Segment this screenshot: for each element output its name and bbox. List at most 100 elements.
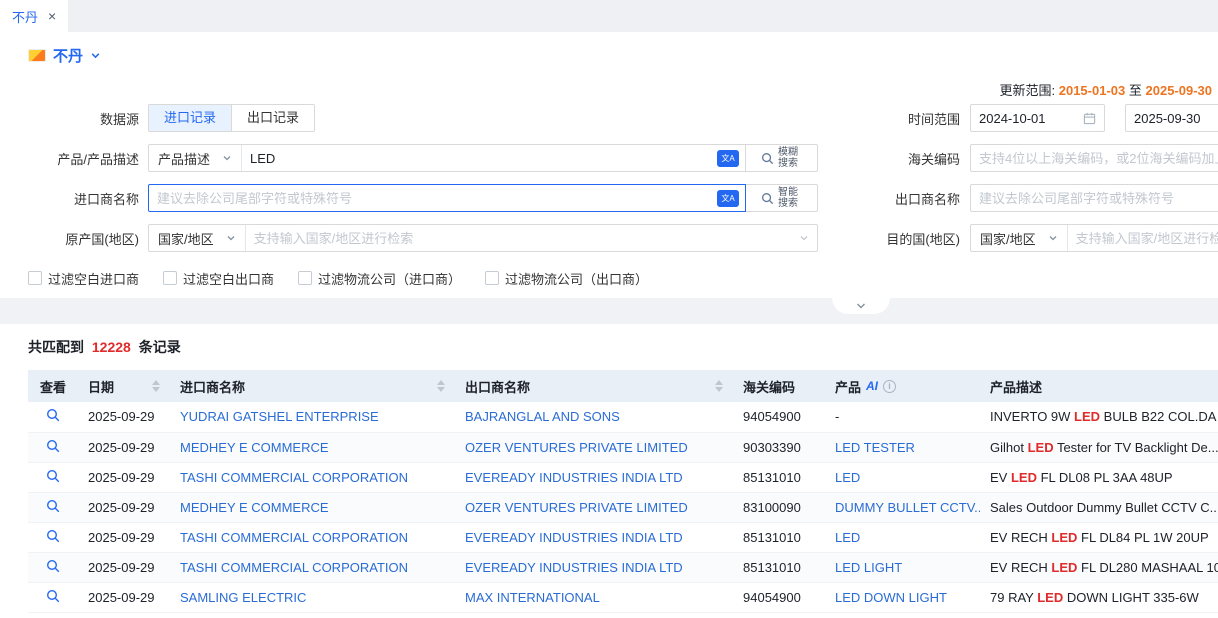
importer-link[interactable]: MEDHEY E COMMERCE — [180, 440, 329, 455]
importer-name-input[interactable] — [149, 186, 717, 210]
exporter-name-input[interactable] — [970, 184, 1218, 212]
magnifier-icon — [46, 408, 60, 422]
smart-search-button[interactable]: 智能搜索 — [746, 184, 818, 212]
checkbox-filter-blank-importer[interactable]: 过滤空白进口商 — [28, 269, 139, 288]
cell-description: EV LED FL DL08 PL 3AA 48UP — [980, 462, 1218, 492]
results-table-body: 2025-09-29 YUDRAI GATSHEL ENTERPRISE BAJ… — [28, 402, 1218, 612]
view-record-button[interactable] — [46, 559, 60, 573]
date-to-input[interactable]: 2025-09-30 — [1125, 104, 1218, 132]
tab-bhutan[interactable]: 不丹 — [0, 0, 68, 32]
cell-date: 2025-09-29 — [78, 552, 170, 582]
view-record-button[interactable] — [46, 499, 60, 513]
date-from-value: 2024-10-01 — [979, 111, 1077, 126]
table-row: 2025-09-29 TASHI COMMERCIAL CORPORATION … — [28, 522, 1218, 552]
checkbox-label: 过滤空白出口商 — [183, 269, 274, 288]
exporter-link[interactable]: EVEREADY INDUSTRIES INDIA LTD — [465, 530, 683, 545]
summary-count: 12228 — [92, 339, 131, 355]
exporter-link[interactable]: BAJRANGLAL AND SONS — [465, 409, 620, 424]
view-record-button[interactable] — [46, 408, 60, 422]
collapse-filters-button[interactable] — [832, 298, 890, 314]
view-record-button[interactable] — [46, 529, 60, 543]
destination-country-input[interactable] — [1068, 231, 1218, 246]
column-header-product: 产品 AI — [825, 370, 980, 402]
view-record-button[interactable] — [46, 469, 60, 483]
filter-panel: 更新范围: 2015-01-03 至 2025-09-30 数据源 进口记录 出… — [0, 74, 1218, 288]
checkbox-label: 过滤物流公司（进口商） — [318, 269, 461, 288]
close-icon[interactable] — [48, 9, 56, 23]
exporter-link[interactable]: MAX INTERNATIONAL — [465, 590, 600, 605]
sort-icon[interactable] — [715, 380, 723, 392]
checkbox-filter-blank-exporter[interactable]: 过滤空白出口商 — [163, 269, 274, 288]
sort-icon[interactable] — [152, 380, 160, 392]
translate-icon[interactable] — [717, 190, 739, 207]
smart-search-label: 智能搜索 — [778, 187, 802, 209]
checkbox-filter-logistics-exporter[interactable]: 过滤物流公司（出口商） — [485, 269, 648, 288]
product-link[interactable]: DUMMY BULLET CCTV... — [835, 500, 980, 515]
data-source-label: 数据源 — [0, 109, 148, 128]
importer-link[interactable]: TASHI COMMERCIAL CORPORATION — [180, 560, 408, 575]
column-header-date[interactable]: 日期 — [78, 370, 170, 402]
checkbox-icon[interactable] — [298, 271, 312, 285]
calendar-icon[interactable] — [1083, 112, 1096, 125]
cell-hs-code: 90303390 — [733, 432, 825, 462]
tab-bar: 不丹 — [0, 0, 1218, 32]
date-from-input[interactable]: 2024-10-01 — [970, 104, 1105, 132]
cell-date: 2025-09-29 — [78, 462, 170, 492]
view-record-button[interactable] — [46, 439, 60, 453]
origin-type-select[interactable]: 国家/地区 — [149, 225, 246, 251]
segment-export-records[interactable]: 出口记录 — [231, 105, 314, 131]
column-header-exporter[interactable]: 出口商名称 — [455, 370, 733, 402]
checkbox-label: 过滤空白进口商 — [48, 269, 139, 288]
info-icon[interactable] — [883, 380, 896, 393]
importer-link[interactable]: TASHI COMMERCIAL CORPORATION — [180, 470, 408, 485]
product-link[interactable]: LED — [835, 470, 860, 485]
chevron-down-icon — [799, 233, 809, 243]
checkbox-icon[interactable] — [163, 271, 177, 285]
exporter-link[interactable]: EVEREADY INDUSTRIES INDIA LTD — [465, 470, 683, 485]
magnifier-icon — [46, 589, 60, 603]
page-title: 不丹 — [53, 45, 83, 66]
product-link[interactable]: LED TESTER — [835, 440, 915, 455]
product-type-select[interactable]: 产品描述 — [149, 145, 242, 171]
importer-link[interactable]: SAMLING ELECTRIC — [180, 590, 306, 605]
product-link[interactable]: LED DOWN LIGHT — [835, 590, 947, 605]
checkbox-icon[interactable] — [485, 271, 499, 285]
sort-icon[interactable] — [437, 380, 445, 392]
exporter-link[interactable]: EVEREADY INDUSTRIES INDIA LTD — [465, 560, 683, 575]
exporter-link[interactable]: OZER VENTURES PRIVATE LIMITED — [465, 500, 688, 515]
column-header-importer[interactable]: 进口商名称 — [170, 370, 455, 402]
ai-badge: AI — [866, 379, 878, 393]
importer-link[interactable]: TASHI COMMERCIAL CORPORATION — [180, 530, 408, 545]
product-label: 产品/产品描述 — [0, 149, 148, 168]
fuzzy-search-button[interactable]: 模糊搜索 — [746, 144, 818, 172]
summary-prefix: 共匹配到 — [28, 339, 84, 355]
page-header[interactable]: 不丹 — [0, 32, 1218, 74]
date-to-value: 2025-09-30 — [1134, 111, 1218, 126]
destination-type-select-value: 国家/地区 — [980, 229, 1036, 248]
destination-type-select[interactable]: 国家/地区 — [971, 225, 1068, 251]
search-icon — [761, 192, 774, 205]
product-link[interactable]: LED — [835, 530, 860, 545]
segment-import-records[interactable]: 进口记录 — [149, 105, 231, 131]
product-link: - — [835, 409, 839, 424]
hs-code-input[interactable] — [970, 144, 1218, 172]
product-search-input[interactable] — [242, 146, 717, 170]
translate-icon[interactable] — [717, 150, 739, 167]
results-table: 查看 日期 进口商名称 出口商名称 海关编码 产品 AI — [28, 370, 1218, 613]
exporter-link[interactable]: OZER VENTURES PRIVATE LIMITED — [465, 440, 688, 455]
checkbox-icon[interactable] — [28, 271, 42, 285]
importer-link[interactable]: MEDHEY E COMMERCE — [180, 500, 329, 515]
origin-country-input[interactable] — [246, 231, 799, 246]
importer-link[interactable]: YUDRAI GATSHEL ENTERPRISE — [180, 409, 379, 424]
update-range-to: 2025-09-30 — [1146, 83, 1213, 98]
update-range-separator: 至 — [1129, 83, 1142, 98]
cell-description: Gilhot LED Tester for TV Backlight De... — [980, 432, 1218, 462]
product-link[interactable]: LED LIGHT — [835, 560, 902, 575]
checkbox-label: 过滤物流公司（出口商） — [505, 269, 648, 288]
table-row: 2025-09-29 SAMLING ELECTRIC MAX INTERNAT… — [28, 582, 1218, 612]
time-range-label: 时间范围 — [818, 109, 970, 128]
checkbox-filter-logistics-importer[interactable]: 过滤物流公司（进口商） — [298, 269, 461, 288]
hs-code-label: 海关编码 — [818, 149, 970, 168]
cell-description: EV RECH LED FL DL84 PL 1W 20UP — [980, 522, 1218, 552]
view-record-button[interactable] — [46, 589, 60, 603]
